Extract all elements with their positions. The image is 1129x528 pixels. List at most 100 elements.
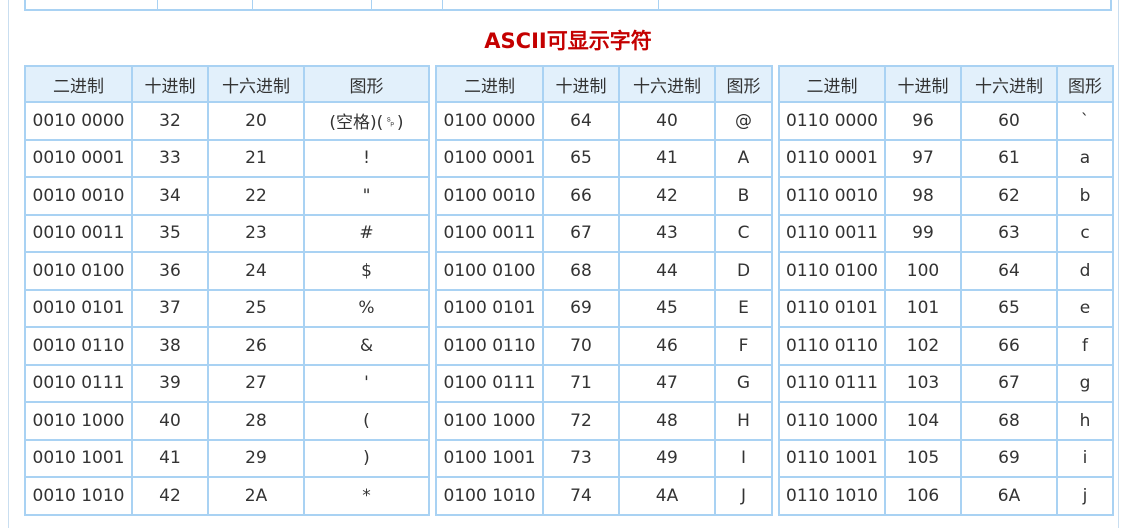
glyph-cell: j	[1056, 476, 1114, 516]
decimal-cell: 36	[131, 251, 209, 291]
binary-cell: 0110 0011	[778, 213, 886, 253]
glyph-cell: *	[303, 476, 430, 516]
table-row: 0010 1010 42 2A *	[24, 476, 430, 516]
table-row: 0010 0001 33 21!	[24, 138, 430, 178]
glyph-cell: F	[714, 326, 773, 366]
hex-cell: 68	[960, 401, 1058, 441]
decimal-cell: 42	[131, 476, 209, 516]
binary-cell: 0010 0001	[24, 138, 133, 178]
hex-cell: 49	[618, 438, 716, 478]
hex-cell: 62	[960, 176, 1058, 216]
table-row: 0010 0011 35 23 #	[24, 213, 430, 253]
binary-cell: 0110 0101	[778, 288, 886, 328]
decimal-cell: 71	[542, 363, 620, 403]
previous-table-column-divider	[442, 0, 443, 9]
table-row: 0100 1010 74 4A J	[435, 476, 773, 516]
decimal-cell: 38	[131, 326, 209, 366]
decimal-cell: 99	[884, 213, 962, 253]
table-row: 0100 1000 72 48 H	[435, 401, 773, 441]
previous-table-bottom-edge	[24, 0, 1112, 11]
glyph-cell: i	[1056, 438, 1114, 478]
hex-cell: 4A	[618, 476, 716, 516]
decimal-cell: 68	[542, 251, 620, 291]
glyph-cell: g	[1056, 363, 1114, 403]
table-row: 0100 0011 67 43 C	[435, 213, 773, 253]
binary-cell: 0100 1001	[435, 438, 544, 478]
table-row: 0110 1000 104 68 h	[778, 401, 1114, 441]
previous-table-column-divider	[252, 0, 253, 9]
hex-cell: 66	[960, 326, 1058, 366]
hex-cell: 43	[618, 213, 716, 253]
decimal-cell: 73	[542, 438, 620, 478]
decimal-cell: 33	[131, 138, 209, 178]
decimal-cell: 34	[131, 176, 209, 216]
table-row: 0010 0010 34 22 "	[24, 176, 430, 216]
ascii-table-2: 二进制 十进制 十六进制 图形 0100 0000 64 40 @0100 0001 65 41…	[435, 65, 773, 516]
table-row: 0010 1001 41 29)	[24, 438, 430, 478]
glyph-cell: (	[303, 401, 430, 441]
binary-cell: 0110 0000	[778, 101, 886, 141]
table-row: 0110 0010 98 62 b	[778, 176, 1114, 216]
hex-cell: 20	[207, 101, 305, 141]
decimal-cell: 102	[884, 326, 962, 366]
hex-cell: 41	[618, 138, 716, 178]
hex-cell: 64	[960, 251, 1058, 291]
decimal-cell: 39	[131, 363, 209, 403]
glyph-cell: "	[303, 176, 430, 216]
hex-cell: 63	[960, 213, 1058, 253]
section-title: ASCII可显示字符	[484, 29, 652, 53]
hex-cell: 69	[960, 438, 1058, 478]
decimal-cell: 74	[542, 476, 620, 516]
binary-cell: 0010 1001	[24, 438, 133, 478]
table-row: 0110 1001 105 69 i	[778, 438, 1114, 478]
header-hex: 十六进制	[618, 65, 716, 103]
hex-cell: 45	[618, 288, 716, 328]
hex-cell: 47	[618, 363, 716, 403]
binary-cell: 0010 0101	[24, 288, 133, 328]
ascii-table-1: 二进制 十进制 十六进制 图形 0010 0000 32 20 (空格)(␠) 0010 00…	[24, 65, 430, 516]
binary-cell: 0100 0101	[435, 288, 544, 328]
binary-cell: 0010 0011	[24, 213, 133, 253]
table-row: 0100 0100 68 44 D	[435, 251, 773, 291]
table-header-row: 二进制 十进制 十六进制 图形	[778, 65, 1114, 103]
binary-cell: 0100 0111	[435, 363, 544, 403]
table-row: 0110 0000 96 60 `	[778, 101, 1114, 141]
hex-cell: 22	[207, 176, 305, 216]
binary-cell: 0010 1000	[24, 401, 133, 441]
header-decimal: 十进制	[884, 65, 962, 103]
glyph-cell: $	[303, 251, 430, 291]
glyph-cell: a	[1056, 138, 1114, 178]
table-header-row: 二进制 十进制 十六进制 图形	[24, 65, 430, 103]
hex-cell: 65	[960, 288, 1058, 328]
hex-cell: 28	[207, 401, 305, 441]
hex-cell: 24	[207, 251, 305, 291]
table-row: 0010 0111 39 27 '	[24, 363, 430, 403]
header-binary: 二进制	[778, 65, 886, 103]
header-decimal: 十进制	[542, 65, 620, 103]
table-row: 0100 1001 73 49 I	[435, 438, 773, 478]
decimal-cell: 98	[884, 176, 962, 216]
header-hex: 十六进制	[207, 65, 305, 103]
binary-cell: 0100 0001	[435, 138, 544, 178]
hex-cell: 23	[207, 213, 305, 253]
glyph-cell: E	[714, 288, 773, 328]
binary-cell: 0110 0111	[778, 363, 886, 403]
table-row: 0100 0110 70 46 F	[435, 326, 773, 366]
decimal-cell: 66	[542, 176, 620, 216]
decimal-cell: 72	[542, 401, 620, 441]
binary-cell: 0010 0100	[24, 251, 133, 291]
hex-cell: 29	[207, 438, 305, 478]
header-glyph: 图形	[714, 65, 773, 103]
hex-cell: 60	[960, 101, 1058, 141]
header-hex: 十六进制	[960, 65, 1058, 103]
decimal-cell: 40	[131, 401, 209, 441]
decimal-cell: 65	[542, 138, 620, 178]
binary-cell: 0110 0100	[778, 251, 886, 291]
table-row: 0010 0110 38 26 &	[24, 326, 430, 366]
ascii-table-3: 二进制 十进制 十六进制 图形 0110 0000 96 60 ` 0110 0001 97 61…	[778, 65, 1114, 516]
decimal-cell: 69	[542, 288, 620, 328]
decimal-cell: 41	[131, 438, 209, 478]
glyph-cell: #	[303, 213, 430, 253]
hex-cell: 27	[207, 363, 305, 403]
hex-cell: 42	[618, 176, 716, 216]
